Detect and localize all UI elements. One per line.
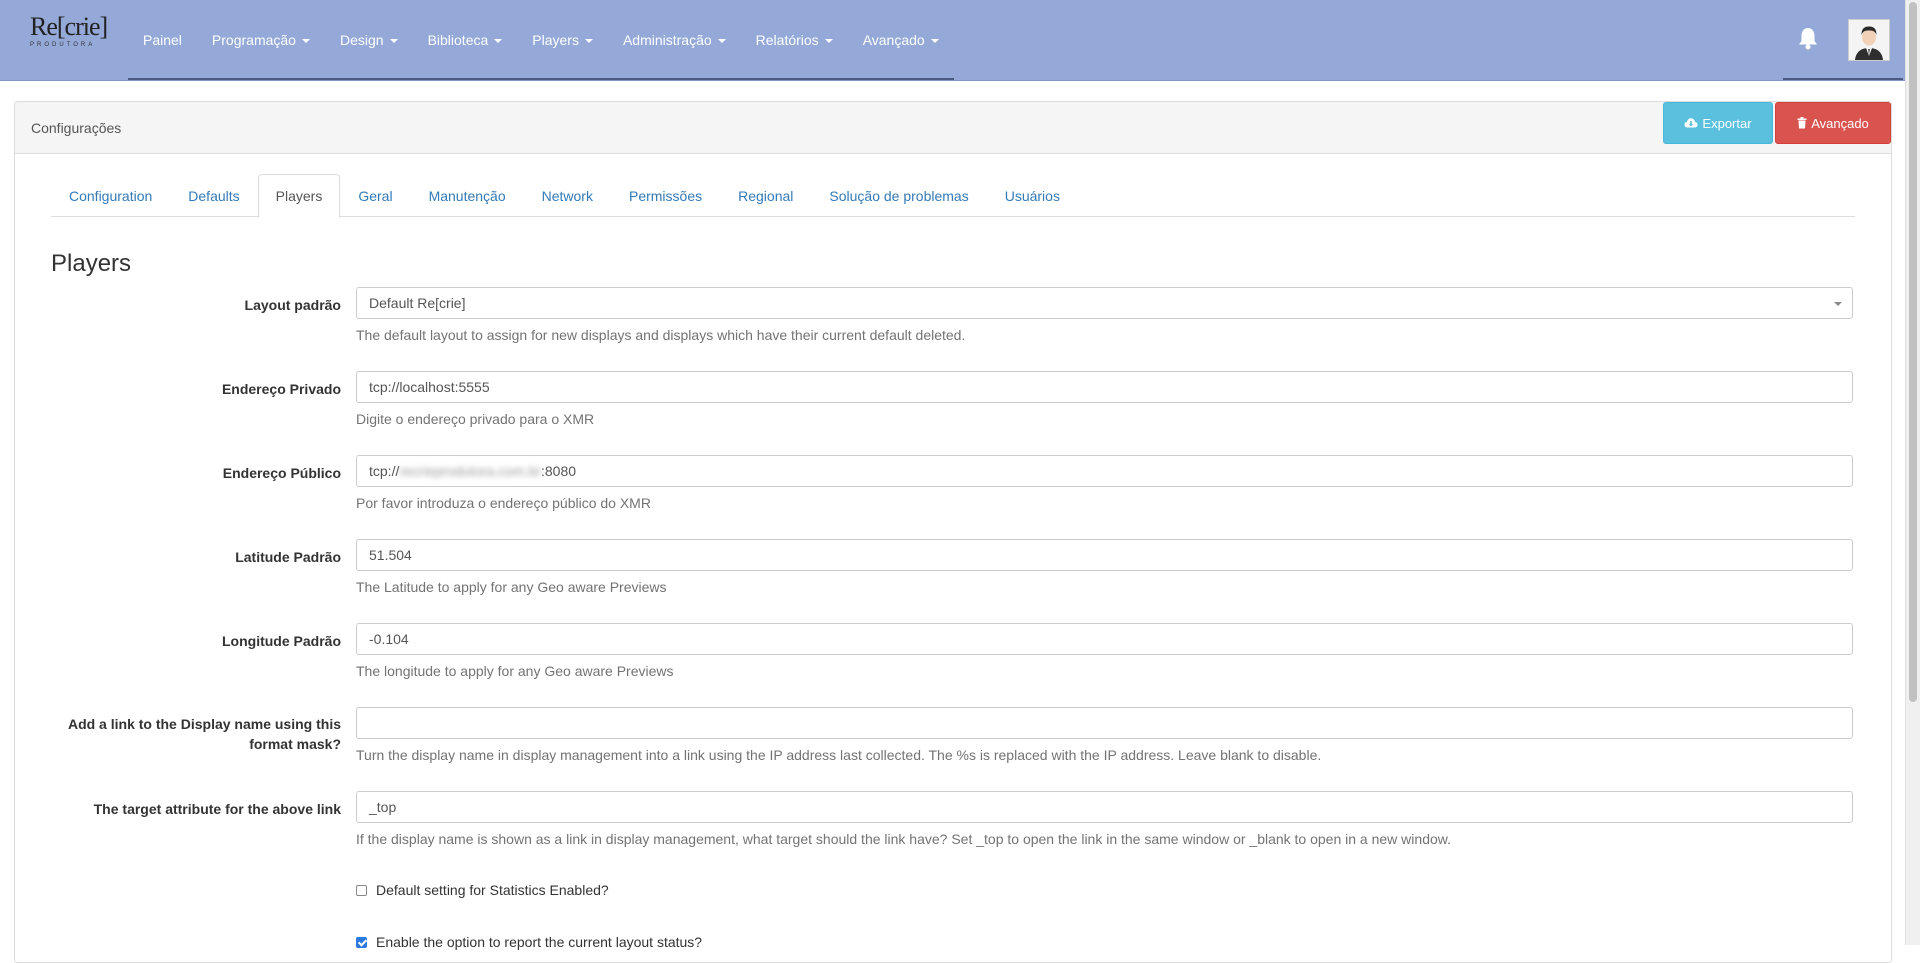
nav-label: Relatórios <box>755 32 819 48</box>
stats-enabled-checkbox-row[interactable]: Default setting for Statistics Enabled? <box>356 882 609 898</box>
nav-item-design[interactable]: Design <box>325 0 413 80</box>
advanced-button[interactable]: Avançado <box>1775 102 1891 144</box>
latitude-input[interactable]: 51.504 <box>356 539 1853 571</box>
longitude-label: Longitude Padrão <box>222 633 341 649</box>
private-address-input[interactable]: tcp://localhost:5555 <box>356 371 1853 403</box>
logo-subtext: PRODUTORA <box>30 42 96 48</box>
nav-divider <box>1783 78 1903 80</box>
export-button[interactable]: Exportar <box>1663 102 1773 144</box>
tab-players[interactable]: Players <box>257 174 341 218</box>
select-value: Default Re[crie] <box>369 295 466 311</box>
input-value: tcp://localhost:5555 <box>369 379 490 395</box>
stats-enabled-checkbox[interactable] <box>356 884 367 896</box>
nav-item-biblioteca[interactable]: Biblioteca <box>413 0 518 80</box>
public-address-help: Por favor introduza o endereço público d… <box>356 495 651 511</box>
latitude-help: The Latitude to apply for any Geo aware … <box>356 579 667 595</box>
nav-item-players[interactable]: Players <box>517 0 608 80</box>
link-target-label: The target attribute for the above link <box>93 801 341 817</box>
checkbox-label: Enable the option to report the current … <box>376 934 703 950</box>
page-title: Configurações <box>31 120 122 136</box>
nav-label: Players <box>532 32 579 48</box>
cloud-download-icon <box>1684 118 1698 128</box>
tab-network[interactable]: Network <box>524 174 611 217</box>
nav-item-administracao[interactable]: Administração <box>608 0 741 80</box>
bell-icon[interactable] <box>1797 26 1819 50</box>
tab-usuarios[interactable]: Usuários <box>987 174 1078 217</box>
link-mask-label: Add a link to the Display name using thi… <box>51 714 341 754</box>
longitude-input[interactable]: -0.104 <box>356 623 1853 655</box>
chevron-down-icon <box>1834 302 1842 306</box>
nav-label: Design <box>339 32 384 48</box>
latitude-label: Latitude Padrão <box>235 549 341 565</box>
nav-item-programacao[interactable]: Programação <box>197 0 325 80</box>
tab-defaults[interactable]: Defaults <box>170 174 257 217</box>
caret-down-icon <box>301 39 310 43</box>
caret-down-icon <box>717 39 726 43</box>
private-address-help: Digite o endereço privado para o XMR <box>356 411 595 427</box>
caret-down-icon <box>494 39 503 43</box>
page-scrollbar[interactable] <box>1905 0 1920 945</box>
layout-label: Layout padrão <box>244 297 341 313</box>
nav-label: Biblioteca <box>427 32 489 48</box>
input-value: _top <box>369 799 397 815</box>
section-title: Players <box>51 250 132 277</box>
link-mask-input[interactable] <box>356 707 1853 739</box>
top-navbar: Re[crie] PRODUTORA Painel Programação De… <box>0 0 1920 81</box>
link-mask-label-line2: format mask? <box>249 736 341 752</box>
input-value-prefix: tcp:// <box>369 463 400 479</box>
caret-down-icon <box>584 39 593 43</box>
tab-regional[interactable]: Regional <box>720 174 811 217</box>
longitude-help: The longitude to apply for any Geo aware… <box>356 663 674 679</box>
advanced-label: Avançado <box>1811 115 1869 131</box>
layout-status-checkbox-row[interactable]: Enable the option to report the current … <box>356 934 702 950</box>
link-target-input[interactable]: _top <box>356 791 1853 823</box>
export-label: Exportar <box>1702 115 1752 131</box>
layout-status-checkbox[interactable] <box>356 936 367 948</box>
link-mask-help: Turn the display name in display managem… <box>356 747 1322 763</box>
nav-item-painel[interactable]: Painel <box>128 0 197 80</box>
input-value-redacted: recrieprodutora.com.br <box>399 463 541 479</box>
brand-logo[interactable]: Re[crie] PRODUTORA <box>30 14 114 54</box>
trash-icon <box>1797 117 1807 129</box>
link-mask-label-line1: Add a link to the Display name using thi… <box>67 716 341 732</box>
input-value: -0.104 <box>369 631 409 647</box>
settings-tabs: Configuration Defaults Players Geral Man… <box>51 174 1855 218</box>
default-layout-select[interactable]: Default Re[crie] <box>356 287 1853 319</box>
public-address-input[interactable]: tcp://recrieprodutora.com.br:8080 <box>356 455 1853 487</box>
main-menu: Painel Programação Design Biblioteca Pla… <box>128 0 954 80</box>
tab-manutencao[interactable]: Manutenção <box>411 174 524 217</box>
user-avatar[interactable] <box>1848 19 1890 61</box>
nav-label: Administração <box>622 32 712 48</box>
nav-label: Avançado <box>862 32 925 48</box>
scrollbar-thumb[interactable] <box>1909 2 1917 702</box>
logo-text: Re[crie] <box>30 12 108 41</box>
input-value-suffix: :8080 <box>540 463 577 479</box>
public-address-label: Endereço Público <box>222 465 341 481</box>
nav-item-relatorios[interactable]: Relatórios <box>741 0 848 80</box>
tab-solucao-de-problemas[interactable]: Solução de problemas <box>811 174 986 217</box>
nav-item-avancado[interactable]: Avançado <box>848 0 954 80</box>
link-target-help: If the display name is shown as a link i… <box>356 831 1451 847</box>
caret-down-icon <box>389 39 398 43</box>
nav-divider <box>128 78 954 80</box>
nav-label: Painel <box>143 32 182 48</box>
tab-permissoes[interactable]: Permissões <box>611 174 720 217</box>
caret-down-icon <box>824 39 833 43</box>
tab-geral[interactable]: Geral <box>340 174 410 217</box>
checkbox-label: Default setting for Statistics Enabled? <box>376 882 609 898</box>
settings-panel: Configurações Exportar Avançado Configur… <box>14 101 1892 963</box>
tab-configuration[interactable]: Configuration <box>51 174 170 217</box>
input-value: 51.504 <box>369 547 412 563</box>
panel-heading: Configurações Exportar Avançado <box>15 102 1891 154</box>
private-address-label: Endereço Privado <box>221 381 341 397</box>
layout-help: The default layout to assign for new dis… <box>356 327 966 343</box>
caret-down-icon <box>930 39 939 43</box>
nav-label: Programação <box>211 32 296 48</box>
